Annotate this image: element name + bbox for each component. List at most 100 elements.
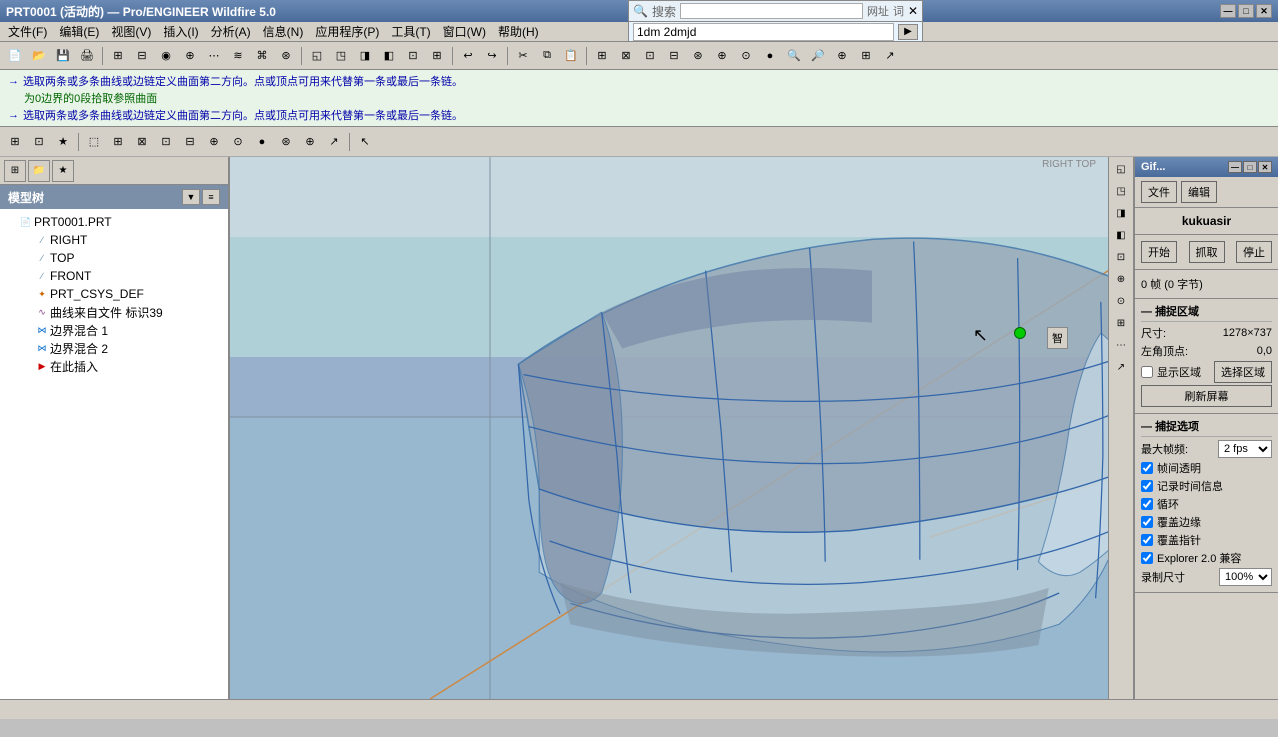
tb-b7[interactable]: ⌘: [251, 45, 273, 67]
tree-item-curve[interactable]: ∿ 曲线来自文件 标识39: [2, 303, 226, 321]
url-input[interactable]: 1dm 2dmjd: [633, 23, 894, 41]
menu-analysis[interactable]: 分析(A): [205, 21, 257, 42]
menu-view[interactable]: 视图(V): [105, 21, 157, 42]
menu-tools[interactable]: 工具(T): [385, 21, 436, 42]
menu-apps[interactable]: 应用程序(P): [309, 21, 385, 42]
menu-window[interactable]: 窗口(W): [437, 21, 492, 42]
tree-item-front[interactable]: ∕ FRONT: [2, 267, 226, 285]
tb-c1[interactable]: ◱: [306, 45, 328, 67]
tb-b5[interactable]: ⋯: [203, 45, 225, 67]
gif-file-btn[interactable]: 文件: [1141, 181, 1177, 203]
search-input[interactable]: [680, 3, 863, 19]
tb2-b4[interactable]: ⬚: [83, 131, 105, 153]
maximize-button[interactable]: □: [1238, 4, 1254, 18]
gif-refresh-btn[interactable]: 刷新屏幕: [1141, 385, 1272, 407]
mini-btn-8[interactable]: ⊞: [1111, 313, 1131, 333]
search-close-btn[interactable]: ✕: [908, 4, 918, 18]
tb-print[interactable]: 🖨: [76, 45, 98, 67]
gif-record-size-select[interactable]: 100% 75% 50%: [1219, 568, 1272, 586]
gif-select-region-btn[interactable]: 选择区域: [1214, 361, 1272, 383]
tb2-b6[interactable]: ⊠: [131, 131, 153, 153]
menu-edit[interactable]: 编辑(E): [53, 21, 105, 42]
tb-b4[interactable]: ⊕: [179, 45, 201, 67]
tb-c5[interactable]: ⊡: [402, 45, 424, 67]
tree-item-right[interactable]: ∕ RIGHT: [2, 231, 226, 249]
left-tab-star[interactable]: ★: [52, 160, 74, 182]
gif-recordtime-checkbox[interactable]: [1141, 480, 1153, 492]
mini-btn-7[interactable]: ⊙: [1111, 291, 1131, 311]
gif-stop-btn[interactable]: 停止: [1236, 241, 1272, 263]
tb-d13[interactable]: ↗: [879, 45, 901, 67]
tb-save[interactable]: 💾: [52, 45, 74, 67]
tb-b3[interactable]: ◉: [155, 45, 177, 67]
url-go-btn[interactable]: ▶: [898, 24, 918, 40]
tb2-b14[interactable]: ↗: [323, 131, 345, 153]
gif-max-btn[interactable]: □: [1243, 161, 1257, 173]
menu-insert[interactable]: 插入(I): [157, 21, 204, 42]
tb-d8[interactable]: ●: [759, 45, 781, 67]
tb-c4[interactable]: ◧: [378, 45, 400, 67]
tb2-b13[interactable]: ⊕: [299, 131, 321, 153]
viewport[interactable]: RIGHT TOP ↖ 智: [230, 157, 1108, 699]
tb-d10[interactable]: 🔎: [807, 45, 829, 67]
gif-explorer-checkbox[interactable]: [1141, 552, 1153, 564]
tree-expand-btn[interactable]: ▼: [182, 189, 200, 205]
address-btn[interactable]: 网址: [867, 3, 889, 19]
gif-transparent-checkbox[interactable]: [1141, 462, 1153, 474]
mini-btn-9[interactable]: ⋯: [1111, 335, 1131, 355]
tb-d6[interactable]: ⊕: [711, 45, 733, 67]
tb-d3[interactable]: ⊡: [639, 45, 661, 67]
tb-open[interactable]: 📂: [28, 45, 50, 67]
tb2-b2[interactable]: ⊡: [28, 131, 50, 153]
menu-help[interactable]: 帮助(H): [492, 21, 545, 42]
mini-btn-4[interactable]: ◧: [1111, 225, 1131, 245]
tb2-cursor[interactable]: ↖: [354, 131, 376, 153]
tb2-b11[interactable]: ●: [251, 131, 273, 153]
gif-start-btn[interactable]: 开始: [1141, 241, 1177, 263]
tree-item-insert[interactable]: ▶ 在此插入: [2, 357, 226, 375]
tb-d2[interactable]: ⊠: [615, 45, 637, 67]
tb-paste[interactable]: 📋: [560, 45, 582, 67]
tree-item-top[interactable]: ∕ TOP: [2, 249, 226, 267]
tb-b8[interactable]: ⊛: [275, 45, 297, 67]
tb-d1[interactable]: ⊞: [591, 45, 613, 67]
tree-item-root[interactable]: 📄 PRT0001.PRT: [2, 213, 226, 231]
tb-d9[interactable]: 🔍: [783, 45, 805, 67]
tb2-b10[interactable]: ⊙: [227, 131, 249, 153]
tb2-b1[interactable]: ⊞: [4, 131, 26, 153]
smart-selection-btn[interactable]: 智: [1047, 327, 1068, 349]
gif-loop-checkbox[interactable]: [1141, 498, 1153, 510]
tree-item-blend1[interactable]: ⋈ 边界混合 1: [2, 321, 226, 339]
tree-settings-btn[interactable]: ≡: [202, 189, 220, 205]
gif-fps-select[interactable]: 2 fps 5 fps 10 fps: [1218, 440, 1272, 458]
tb-b6[interactable]: ≋: [227, 45, 249, 67]
word-btn[interactable]: 词: [893, 3, 904, 19]
tb2-b7[interactable]: ⊡: [155, 131, 177, 153]
mini-btn-1[interactable]: ◱: [1111, 159, 1131, 179]
tb-d12[interactable]: ⊞: [855, 45, 877, 67]
left-tab-tree[interactable]: ⊞: [4, 160, 26, 182]
minimize-button[interactable]: —: [1220, 4, 1236, 18]
tb2-b8[interactable]: ⊟: [179, 131, 201, 153]
tb-new[interactable]: 📄: [4, 45, 26, 67]
menu-file[interactable]: 文件(F): [2, 21, 53, 42]
mini-btn-2[interactable]: ◳: [1111, 181, 1131, 201]
mini-btn-3[interactable]: ◨: [1111, 203, 1131, 223]
tb-d4[interactable]: ⊟: [663, 45, 685, 67]
tb-c6[interactable]: ⊞: [426, 45, 448, 67]
tree-item-blend2[interactable]: ⋈ 边界混合 2: [2, 339, 226, 357]
left-tab-folder[interactable]: 📁: [28, 160, 50, 182]
tb-copy[interactable]: ⧉: [536, 45, 558, 67]
mini-btn-5[interactable]: ⊡: [1111, 247, 1131, 267]
tb-c2[interactable]: ◳: [330, 45, 352, 67]
tb2-b9[interactable]: ⊕: [203, 131, 225, 153]
close-button[interactable]: ✕: [1256, 4, 1272, 18]
gif-close-btn[interactable]: ✕: [1258, 161, 1272, 173]
tb-undo[interactable]: ↩: [457, 45, 479, 67]
tb2-b5[interactable]: ⊞: [107, 131, 129, 153]
tb-c3[interactable]: ◨: [354, 45, 376, 67]
gif-min-btn[interactable]: —: [1228, 161, 1242, 173]
tb2-b3[interactable]: ★: [52, 131, 74, 153]
tb-d5[interactable]: ⊛: [687, 45, 709, 67]
mini-btn-10[interactable]: ↗: [1111, 357, 1131, 377]
